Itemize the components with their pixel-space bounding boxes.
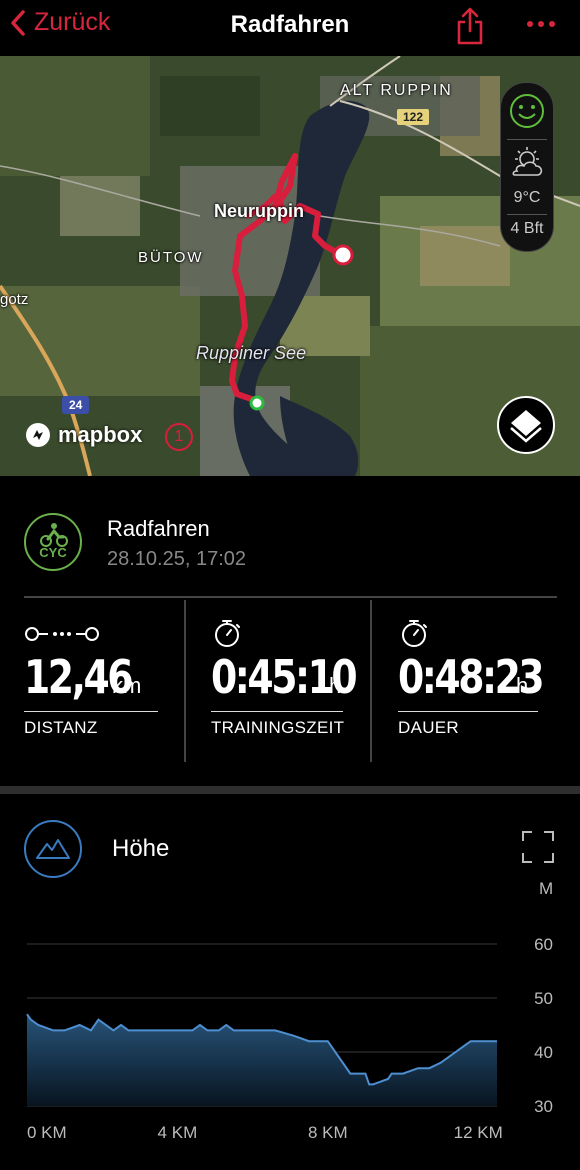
partly-cloudy-icon [512, 147, 543, 176]
activity-icon-label: CYC [39, 545, 67, 560]
activity-datetime: 28.10.25, 17:02 [107, 548, 247, 570]
route-map[interactable]: 122 24 ALT RUPPIN Neuruppin BÜTOW Ruppin… [0, 56, 580, 476]
weather-divider-2 [507, 214, 547, 215]
stats-divider-top [24, 596, 557, 598]
duration-label: DAUER [398, 718, 460, 737]
share-button[interactable] [455, 6, 485, 51]
mountain-icon [36, 839, 70, 859]
distance-icon [25, 627, 99, 641]
map-label-alt-ruppin: ALT RUPPIN [340, 82, 453, 99]
y-tick-label: 40 [534, 1043, 553, 1062]
weather-divider [507, 139, 547, 140]
road-sign-122: 122 [397, 109, 430, 125]
map-label-gotz: gotz [0, 291, 29, 308]
more-options-button[interactable] [525, 8, 557, 45]
altitude-unit-label: M [539, 879, 554, 898]
map-layers-button[interactable] [497, 396, 555, 454]
training-time-value-group: 0:45:10 h [211, 650, 358, 704]
stopwatch-icon [215, 620, 240, 647]
cyclist-icon [40, 523, 68, 547]
smiley-icon [510, 94, 544, 128]
x-tick-label: 0 KM [27, 1123, 67, 1142]
stats-divider-2 [370, 600, 372, 762]
map-label-neuruppin: Neuruppin [214, 201, 304, 221]
page-title: Radfahren [230, 11, 350, 38]
fullscreen-button[interactable] [521, 830, 555, 864]
distance-underline [24, 711, 158, 712]
altitude-chart: 60 50 40 30 0 KM 4 KM 8 KM 12 KM [26, 935, 553, 1142]
distance-value: 12,46 [24, 650, 133, 704]
mapbox-attribution[interactable]: mapbox [24, 421, 142, 449]
altitude-area [27, 1014, 497, 1106]
altitude-icon-circle [24, 820, 82, 878]
distance-label: DISTANZ [24, 718, 98, 737]
mapbox-label: mapbox [58, 422, 143, 447]
duration-value-group: 0:48:23 h [398, 650, 545, 704]
share-icon [457, 7, 483, 45]
map-label-ruppiner-see: Ruppiner See [196, 343, 307, 363]
training-time-value: 0:45:10 [211, 650, 358, 704]
distance-value-group: 12,46 km [24, 650, 141, 704]
stopwatch-icon-2 [402, 620, 427, 647]
map-label-buetow: BÜTOW [138, 249, 204, 266]
x-tick-label: 8 KM [308, 1123, 348, 1142]
y-tick-label: 30 [534, 1097, 553, 1116]
map-info-button[interactable]: 1 [165, 423, 193, 451]
training-time-label: TRAININGSZEIT [211, 718, 345, 737]
temperature: 9°C [513, 189, 541, 206]
wind-strength: 4 Bft [510, 220, 544, 237]
x-tick-label: 4 KM [158, 1123, 198, 1142]
mapbox-logo-icon [26, 423, 50, 447]
stats-divider-1 [184, 600, 186, 762]
cycling-activity-icon: CYC [24, 513, 82, 571]
duration-value: 0:48:23 [398, 650, 545, 704]
section-separator [0, 786, 580, 794]
more-dots-icon [527, 21, 555, 27]
activity-name: Radfahren [107, 516, 210, 541]
layers-icon [510, 410, 542, 443]
x-tick-label: 12 KM [454, 1123, 503, 1142]
altitude-title: Höhe [112, 835, 170, 862]
duration-underline [398, 711, 538, 712]
road-sign-24: 24 [62, 396, 90, 414]
training-time-underline [211, 711, 343, 712]
weather-panel[interactable]: 9°C 4 Bft [500, 82, 554, 252]
y-tick-label: 60 [534, 935, 553, 954]
y-tick-label: 50 [534, 989, 553, 1008]
